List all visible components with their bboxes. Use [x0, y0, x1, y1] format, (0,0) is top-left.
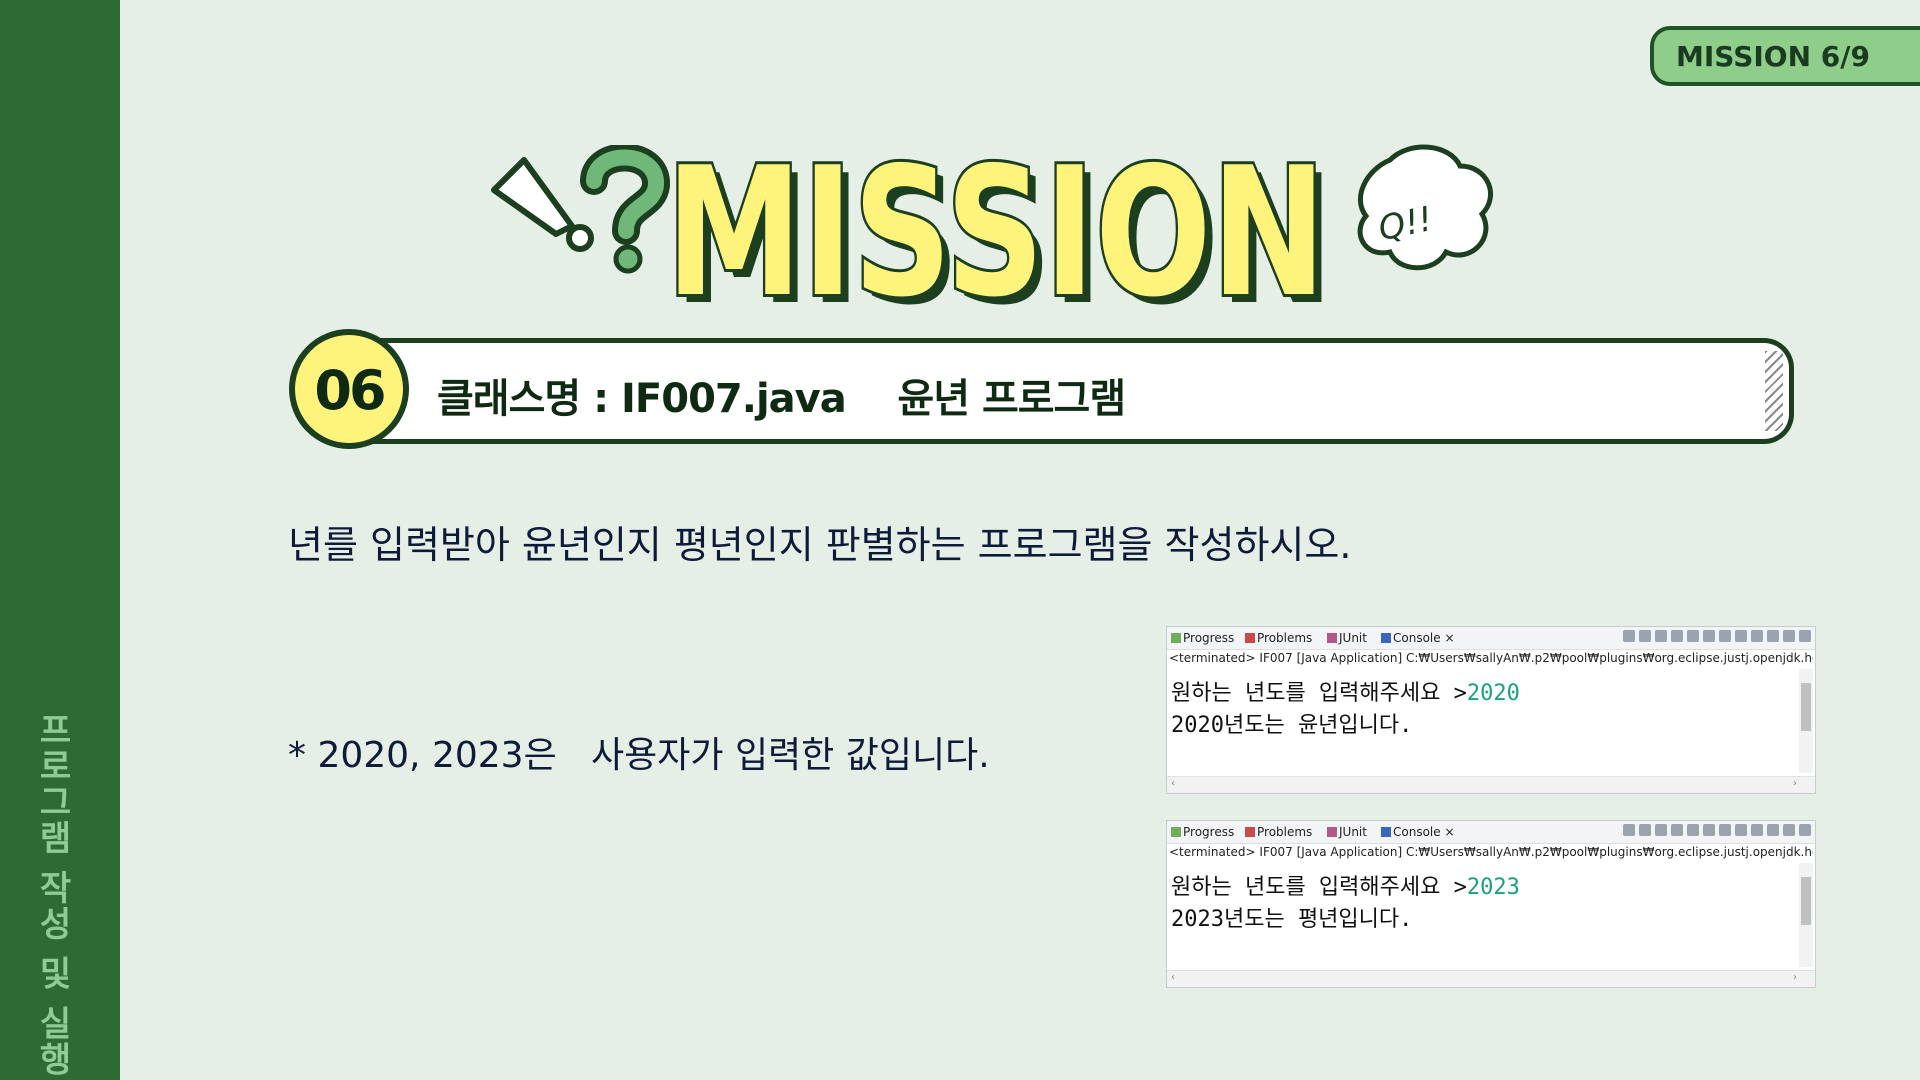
console-result-line: 2020년도는 윤년입니다.: [1171, 713, 1413, 738]
stripe-decoration: [1765, 351, 1783, 431]
question-mark-icon: [580, 145, 670, 274]
show-on-error-icon[interactable]: [1735, 824, 1747, 836]
scroll-lock-icon[interactable]: [1687, 824, 1699, 836]
console-output-line: 원하는 년도를 입력해주세요 >2023: [1171, 875, 1520, 900]
console-icon: [1381, 633, 1391, 643]
remove-launch-icon[interactable]: [1639, 630, 1651, 642]
remove-launch-icon[interactable]: [1639, 824, 1651, 836]
scroll-right-icon[interactable]: ›: [1793, 778, 1797, 789]
display-console-icon[interactable]: [1767, 824, 1779, 836]
clear-console-icon[interactable]: [1671, 824, 1683, 836]
console-toolbar: [1623, 630, 1811, 646]
progress-icon: [1171, 827, 1181, 837]
scroll-thumb[interactable]: [1801, 877, 1811, 925]
vertical-scrollbar[interactable]: [1799, 863, 1813, 967]
junit-icon: [1327, 633, 1337, 643]
open-console-icon[interactable]: [1783, 824, 1795, 836]
user-input: 2023: [1466, 875, 1520, 900]
vertical-scrollbar[interactable]: [1799, 669, 1813, 773]
progress-icon: [1171, 633, 1181, 643]
console-output-line: 원하는 년도를 입력해주세요 >2020: [1171, 681, 1520, 706]
mission-number-badge: 06: [289, 329, 409, 449]
console-tabbar: Progress Problems JUnit Console ×: [1167, 627, 1815, 650]
badge-label: MISSION 6/9: [1676, 40, 1870, 73]
terminate-icon[interactable]: [1623, 824, 1635, 836]
mission-heading: 클래스명 : IF007.java 윤년 프로그램: [437, 376, 1126, 422]
display-console-icon[interactable]: [1767, 630, 1779, 642]
show-on-output-icon[interactable]: [1719, 630, 1731, 642]
show-on-output-icon[interactable]: [1719, 824, 1731, 836]
console-result-line: 2023년도는 평년입니다.: [1171, 907, 1413, 932]
tab-console[interactable]: Console ×: [1381, 631, 1455, 645]
tab-problems[interactable]: Problems: [1245, 825, 1312, 839]
problems-icon: [1245, 827, 1255, 837]
scroll-left-icon[interactable]: ‹: [1171, 972, 1175, 983]
sidebar-label: 프로그램 작성 및 실행: [32, 712, 72, 1078]
open-console-icon[interactable]: [1783, 630, 1795, 642]
clear-console-icon[interactable]: [1671, 630, 1683, 642]
scroll-right-icon[interactable]: ›: [1793, 972, 1797, 983]
pin-console-icon[interactable]: [1751, 630, 1763, 642]
minimize-icon[interactable]: [1799, 630, 1811, 642]
word-wrap-icon[interactable]: [1703, 824, 1715, 836]
launch-path: <terminated> IF007 [Java Application] C:…: [1169, 651, 1813, 665]
console-panel: Progress Problems JUnit Console × <termi…: [1166, 820, 1816, 988]
tab-progress[interactable]: Progress: [1171, 825, 1234, 839]
problems-icon: [1245, 633, 1255, 643]
horizontal-scrollbar[interactable]: ‹ ›: [1167, 970, 1815, 987]
minimize-icon[interactable]: [1799, 824, 1811, 836]
terminate-icon[interactable]: [1623, 630, 1635, 642]
tab-console[interactable]: Console ×: [1381, 825, 1455, 839]
remove-all-icon[interactable]: [1655, 824, 1667, 836]
input-note: * 2020, 2023은 사용자가 입력한 값입니다.: [288, 735, 990, 776]
scroll-left-icon[interactable]: ‹: [1171, 778, 1175, 789]
launch-path: <terminated> IF007 [Java Application] C:…: [1169, 845, 1813, 859]
word-wrap-icon[interactable]: [1703, 630, 1715, 642]
mission-title: MISSION MISSION: [663, 130, 1334, 320]
tab-junit[interactable]: JUnit: [1327, 825, 1367, 839]
tab-progress[interactable]: Progress: [1171, 631, 1234, 645]
tab-problems[interactable]: Problems: [1245, 631, 1312, 645]
user-input: 2020: [1466, 681, 1520, 706]
mission-description: 년를 입력받아 윤년인지 평년인지 판별하는 프로그램을 작성하시오.: [288, 523, 1352, 567]
mission-title-text: MISSION: [666, 130, 1326, 320]
console-icon: [1381, 827, 1391, 837]
scroll-thumb[interactable]: [1801, 683, 1811, 731]
junit-icon: [1327, 827, 1337, 837]
speech-bubble-icon: Q!!: [1357, 144, 1493, 271]
console-panel: Progress Problems JUnit Console × <termi…: [1166, 626, 1816, 794]
console-tabbar: Progress Problems JUnit Console ×: [1167, 821, 1815, 844]
sidebar: 프로그램 작성 및 실행: [0, 0, 120, 1080]
console-toolbar: [1623, 824, 1811, 840]
remove-all-icon[interactable]: [1655, 630, 1667, 642]
pin-console-icon[interactable]: [1751, 824, 1763, 836]
mission-number: 06: [314, 359, 386, 422]
show-on-error-icon[interactable]: [1735, 630, 1747, 642]
scroll-lock-icon[interactable]: [1687, 630, 1699, 642]
tab-junit[interactable]: JUnit: [1327, 631, 1367, 645]
horizontal-scrollbar[interactable]: ‹ ›: [1167, 776, 1815, 793]
mission-progress-badge: MISSION 6/9: [1650, 26, 1920, 86]
